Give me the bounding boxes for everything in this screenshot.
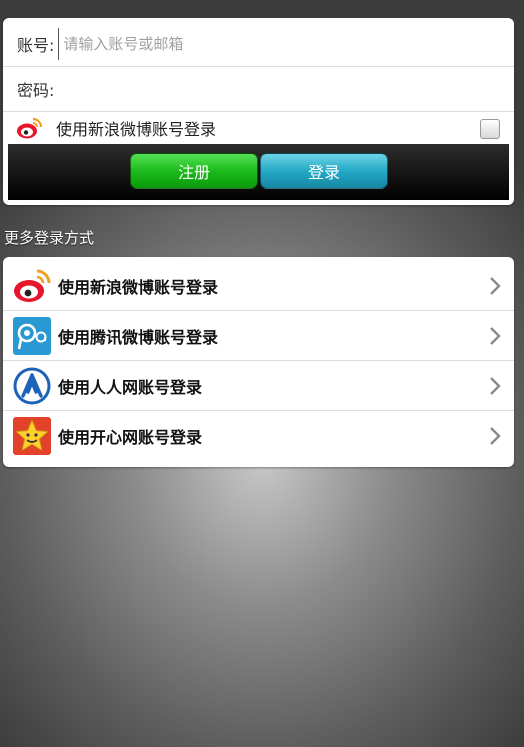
weibo-login-label: 使用新浪微博账号登录	[56, 120, 217, 139]
more-methods-list: 使用新浪微博账号登录 使用腾讯微博账号登录 使用人人网账号登录 使用开心网账号登…	[3, 257, 514, 467]
register-button[interactable]: 注册	[130, 153, 258, 189]
method-label: 使用腾讯微博账号登录	[58, 327, 219, 347]
kaixin-icon	[13, 417, 51, 455]
login-card: 账号: 密码: 使用新浪微博账号登录 注册 登录	[3, 18, 514, 205]
password-label: 密码:	[17, 80, 55, 100]
account-input[interactable]	[58, 27, 502, 60]
method-label: 使用人人网账号登录	[58, 377, 203, 397]
weibo-login-option[interactable]: 使用新浪微博账号登录	[3, 112, 514, 144]
chevron-right-icon	[490, 427, 501, 445]
account-row: 账号:	[3, 21, 514, 67]
more-methods-title: 更多登录方式	[4, 229, 95, 247]
method-sina-weibo[interactable]: 使用新浪微博账号登录	[3, 261, 514, 311]
method-label: 使用新浪微博账号登录	[58, 277, 219, 297]
method-kaixin[interactable]: 使用开心网账号登录	[3, 411, 514, 461]
sina-weibo-icon	[17, 117, 43, 139]
method-renren[interactable]: 使用人人网账号登录	[3, 361, 514, 411]
renren-icon	[13, 367, 51, 404]
chevron-right-icon	[490, 377, 501, 395]
login-button[interactable]: 登录	[260, 153, 388, 189]
account-label: 账号:	[17, 35, 55, 55]
tencent-weibo-icon	[13, 316, 51, 355]
chevron-right-icon	[490, 327, 501, 345]
chevron-right-icon	[490, 277, 501, 295]
sina-weibo-icon	[14, 269, 51, 302]
method-tencent-weibo[interactable]: 使用腾讯微博账号登录	[3, 311, 514, 361]
action-bar: 注册 登录	[8, 144, 509, 200]
method-label: 使用开心网账号登录	[58, 428, 203, 447]
weibo-login-checkbox[interactable]	[480, 119, 500, 139]
password-input[interactable]	[58, 72, 502, 105]
password-row: 密码:	[3, 66, 514, 112]
